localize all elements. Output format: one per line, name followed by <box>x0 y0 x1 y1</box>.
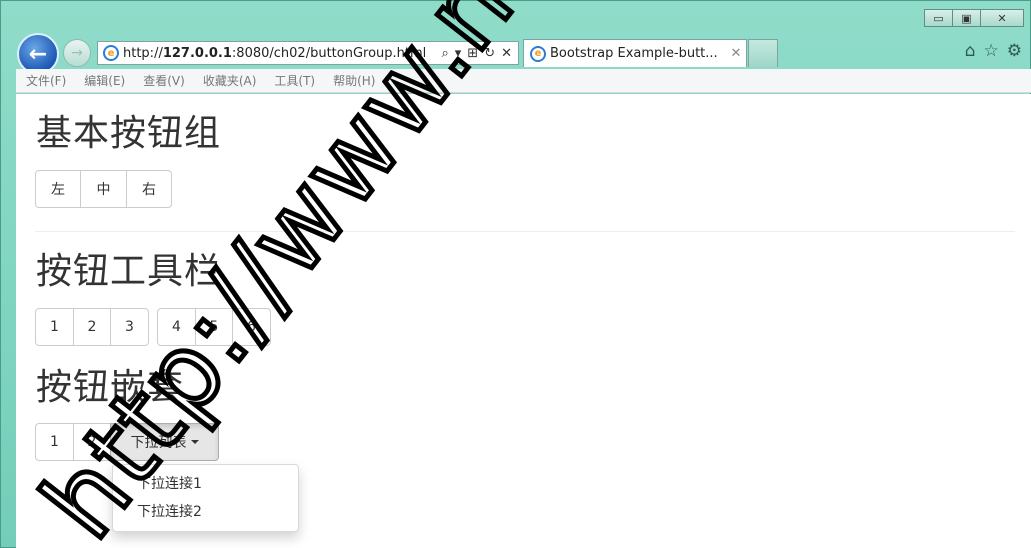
toolbar-icons: ⌂ ☆ ⚙ <box>965 41 1022 61</box>
nested-button-group: 1 2 下拉列表 <box>35 423 219 461</box>
favorites-star-icon[interactable]: ☆ <box>984 41 999 61</box>
tab-favicon-icon: e <box>530 45 546 62</box>
dropdown-menu: 下拉连接1 下拉连接2 <box>112 464 299 532</box>
browser-window: ▭ ▣ ✕ ← → e http://127.0.0.1:8080/ch02/b… <box>0 0 1031 548</box>
compatibility-view-icon[interactable]: ⊞ <box>467 46 478 61</box>
new-tab-button[interactable] <box>748 39 778 67</box>
url-scheme: http:// <box>123 45 163 61</box>
ie-page-icon: e <box>103 45 119 61</box>
toolbar-group-2: 4 5 6 <box>157 308 271 346</box>
toolbar-button-2[interactable]: 2 <box>73 308 111 346</box>
tab-close-icon[interactable]: ✕ <box>726 46 746 61</box>
toolbar-button-6[interactable]: 6 <box>232 308 271 346</box>
search-icon[interactable]: ⌕ <box>441 46 448 61</box>
forward-arrow-icon: → <box>71 45 83 61</box>
toolbar-button-1[interactable]: 1 <box>35 308 74 346</box>
home-icon[interactable]: ⌂ <box>965 41 976 61</box>
caret-down-icon <box>190 440 199 444</box>
menu-file[interactable]: 文件(F) <box>26 72 66 89</box>
close-button[interactable]: ✕ <box>980 9 1024 27</box>
section-divider <box>35 231 1015 232</box>
button-center[interactable]: 中 <box>80 170 127 208</box>
settings-gear-icon[interactable]: ⚙ <box>1007 41 1022 61</box>
heading-nested-buttons: 按钮嵌套 <box>36 367 185 408</box>
address-url[interactable]: http://127.0.0.1:8080/ch02/buttonGroup.h… <box>123 46 426 61</box>
menu-tools[interactable]: 工具(T) <box>274 72 315 89</box>
menu-view[interactable]: 查看(V) <box>143 72 185 89</box>
toolbar-group-1: 1 2 3 <box>35 308 149 346</box>
menu-favorites[interactable]: 收藏夹(A) <box>203 72 257 89</box>
dropdown-icon[interactable]: ▾ <box>455 46 462 61</box>
forward-button[interactable]: → <box>63 39 91 67</box>
url-host: 127.0.0.1 <box>162 45 232 61</box>
basic-button-group: 左 中 右 <box>35 170 172 208</box>
tab-title: Bootstrap Example-butt... <box>550 46 718 61</box>
address-actions: ⌕ ▾ ⊞ ↻ ✕ <box>441 46 518 61</box>
menu-edit[interactable]: 编辑(E) <box>84 72 125 89</box>
button-right[interactable]: 右 <box>126 170 172 208</box>
dropdown-link-1[interactable]: 下拉连接1 <box>113 470 298 498</box>
toolbar-button-5[interactable]: 5 <box>195 308 233 346</box>
menu-help[interactable]: 帮助(H) <box>333 72 375 89</box>
heading-button-toolbar: 按钮工具栏 <box>36 251 222 292</box>
heading-basic-button-group: 基本按钮组 <box>36 113 222 154</box>
button-left[interactable]: 左 <box>35 170 81 208</box>
dropdown-link-2[interactable]: 下拉连接2 <box>113 498 298 526</box>
url-path: :8080/ch02/buttonGroup.html <box>231 45 427 61</box>
dropdown-toggle-label: 下拉列表 <box>130 435 187 451</box>
page-viewport: 基本按钮组 左 中 右 按钮工具栏 1 2 3 4 5 6 按钮嵌套 1 2 下… <box>16 94 1031 548</box>
stop-icon[interactable]: ✕ <box>501 46 512 61</box>
toolbar-button-3[interactable]: 3 <box>110 308 149 346</box>
refresh-icon[interactable]: ↻ <box>484 46 495 61</box>
toolbar-button-4[interactable]: 4 <box>157 308 196 346</box>
tab-bootstrap-example[interactable]: e Bootstrap Example-butt... ✕ <box>523 39 747 67</box>
address-bar[interactable]: e http://127.0.0.1:8080/ch02/buttonGroup… <box>97 41 519 65</box>
dropdown-toggle-button[interactable]: 下拉列表 <box>110 423 219 461</box>
back-arrow-icon: ← <box>28 41 48 67</box>
nested-button-2[interactable]: 2 <box>73 423 111 461</box>
window-controls: ▭ ▣ ✕ <box>924 9 1024 27</box>
nested-button-1[interactable]: 1 <box>35 423 74 461</box>
minimize-button[interactable]: ▭ <box>924 9 953 27</box>
maximize-button[interactable]: ▣ <box>952 9 981 27</box>
menu-bar: 文件(F) 编辑(E) 查看(V) 收藏夹(A) 工具(T) 帮助(H) <box>16 69 1031 93</box>
